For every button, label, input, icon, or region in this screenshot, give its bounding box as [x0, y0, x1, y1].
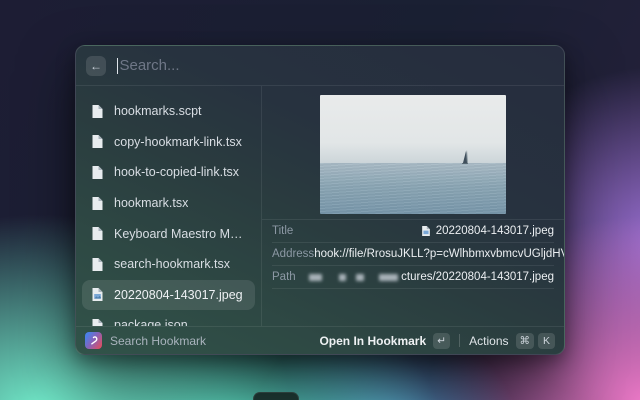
search-header: ←: [76, 46, 564, 86]
file-name: search-hookmark.tsx: [114, 257, 230, 271]
preview-sea: [320, 163, 506, 214]
redacted-block: [379, 274, 398, 281]
document-icon: [91, 196, 104, 211]
image-file-icon: [421, 225, 431, 237]
file-name: 20220804-143017.jpeg: [114, 288, 243, 302]
text-cursor: [117, 58, 118, 74]
metadata-value[interactable]: hook://file/RrosuJKLL?p=cWlhbmxvbmcvUGlj…: [314, 247, 565, 261]
list-item[interactable]: search-hookmark.tsx: [82, 249, 255, 280]
metadata-value: ctures/20220804-143017.jpeg: [309, 271, 554, 283]
metadata-row-path: Path ctures/20220804-143017.jpeg: [272, 266, 554, 289]
preview-sky: [320, 95, 506, 163]
file-name: copy-hookmark-link.tsx: [114, 135, 242, 149]
image-file-icon: [91, 287, 104, 302]
search-field-wrap: [117, 57, 554, 74]
metadata-table: Title 20220804-143017.jpeg Address hook:…: [262, 219, 564, 289]
list-item[interactable]: package.json: [82, 310, 255, 326]
address-value: hook://file/RrosuJKLL?p=cWlhbmxvbmcvUGlj…: [314, 248, 565, 260]
file-name: hook-to-copied-link.tsx: [114, 165, 239, 179]
metadata-value: 20220804-143017.jpeg: [421, 225, 554, 237]
window-body: hookmarks.scpt copy-hookmark-link.tsx ho…: [76, 86, 564, 326]
document-icon: [91, 257, 104, 272]
redacted-block: [309, 274, 322, 281]
metadata-row-address: Address hook://file/RrosuJKLL?p=cWlhbmxv…: [272, 243, 554, 266]
hookmark-app-icon: [85, 332, 102, 349]
metadata-row-title: Title 20220804-143017.jpeg: [272, 220, 554, 243]
detail-panel: Title 20220804-143017.jpeg Address hook:…: [262, 86, 564, 326]
list-item[interactable]: hookmarks.scpt: [82, 96, 255, 127]
list-item[interactable]: hook-to-copied-link.tsx: [82, 157, 255, 188]
footer-actions: Open In Hookmark ↵ Actions ⌘ K: [319, 333, 555, 349]
cmd-key-badge: ⌘: [516, 333, 535, 349]
file-name: Keyboard Maestro Macros.k…: [114, 227, 246, 241]
document-icon: [91, 226, 104, 241]
primary-action-label: Open In Hookmark: [319, 334, 426, 348]
action-bar: Search Hookmark Open In Hookmark ↵ Actio…: [76, 326, 564, 354]
launcher-window: ← hookmarks.scpt copy-hookmark-link.tsx: [75, 45, 565, 355]
primary-action-button[interactable]: Open In Hookmark ↵: [319, 333, 450, 349]
metadata-label: Title: [272, 225, 293, 237]
actions-label: Actions: [469, 334, 508, 348]
enter-key-badge: ↵: [433, 333, 450, 349]
path-value: ctures/20220804-143017.jpeg: [401, 271, 554, 283]
list-item[interactable]: copy-hookmark-link.tsx: [82, 127, 255, 158]
document-icon: [91, 134, 104, 149]
search-input[interactable]: [119, 57, 554, 74]
document-icon: [91, 165, 104, 180]
sailboat-sail: [463, 151, 467, 163]
back-button[interactable]: ←: [86, 56, 106, 76]
footer-divider: [459, 334, 460, 347]
redacted-block: [339, 274, 346, 281]
document-icon: [91, 318, 104, 326]
title-value: 20220804-143017.jpeg: [436, 225, 554, 237]
metadata-label: Address: [272, 248, 314, 260]
list-item[interactable]: Keyboard Maestro Macros.k…: [82, 218, 255, 249]
document-icon: [91, 104, 104, 119]
file-name: package.json: [114, 318, 188, 326]
k-key-badge: K: [538, 333, 555, 349]
image-preview: [320, 95, 506, 214]
list-item-selected[interactable]: 20220804-143017.jpeg: [82, 280, 255, 311]
file-list: hookmarks.scpt copy-hookmark-link.tsx ho…: [76, 86, 262, 326]
command-name: Search Hookmark: [110, 334, 206, 348]
list-item[interactable]: hookmark.tsx: [82, 188, 255, 219]
redacted-block: [356, 274, 364, 281]
back-arrow-icon: ←: [90, 60, 102, 72]
actions-menu-button[interactable]: Actions ⌘ K: [469, 333, 555, 349]
background-window-peek: [253, 392, 299, 400]
file-name: hookmark.tsx: [114, 196, 188, 210]
file-name: hookmarks.scpt: [114, 104, 202, 118]
metadata-label: Path: [272, 271, 296, 283]
